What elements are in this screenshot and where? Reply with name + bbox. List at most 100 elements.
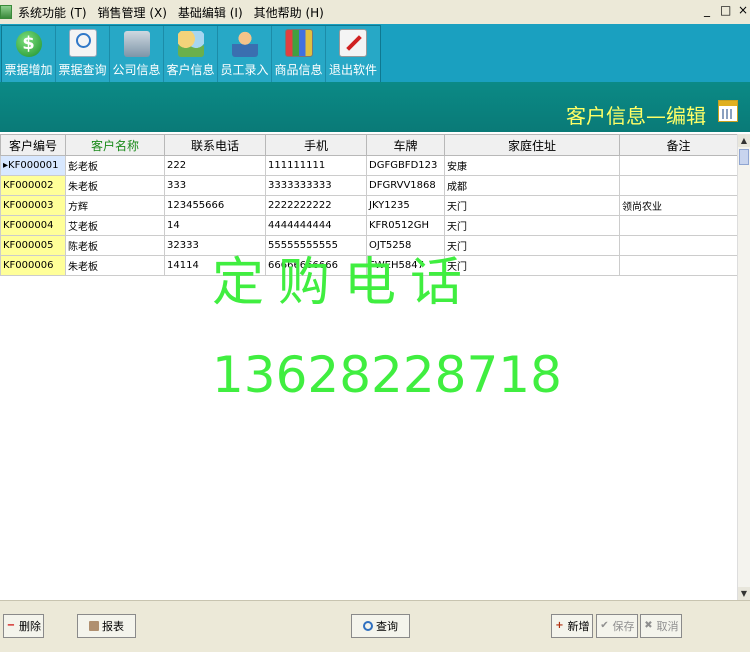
cell-name[interactable]: 方辉 [65, 195, 165, 216]
cell-name[interactable]: 朱老板 [65, 175, 165, 196]
add-label: 新增 [567, 620, 590, 633]
close-button[interactable]: × [738, 4, 748, 16]
col-header-remark[interactable]: 备注 [619, 134, 737, 156]
col-header-name[interactable]: 客户名称 [65, 134, 165, 156]
cancel-button[interactable]: ✖ 取消 [640, 614, 682, 638]
cell-code[interactable]: KF000006 [0, 255, 66, 276]
report-button[interactable]: 报表 [77, 614, 136, 638]
table-row[interactable]: KF000004 艾老板 14 4444444444 KFR0512GH 天门 [0, 215, 737, 236]
cell-remark[interactable] [619, 155, 737, 176]
table-row[interactable]: KF000003 方辉 123455666 2222222222 JKY1235… [0, 195, 737, 216]
calendar-icon [718, 100, 738, 122]
col-header-plate[interactable]: 车牌 [366, 134, 445, 156]
cell-code[interactable]: ▸KF000001 [0, 155, 66, 176]
company-info-button[interactable]: 公司信息 [110, 26, 164, 82]
query-bill-button[interactable]: 票据查询 [56, 26, 110, 82]
minus-icon: − [6, 620, 16, 631]
search-doc-icon [68, 29, 97, 57]
cell-code[interactable]: KF000004 [0, 215, 66, 236]
exit-icon [339, 29, 367, 57]
cell-remark[interactable] [619, 175, 737, 196]
cancel-label: 取消 [656, 620, 679, 633]
cell-phone[interactable]: 222 [164, 155, 266, 176]
cell-code[interactable]: KF000005 [0, 235, 66, 256]
cell-plate[interactable]: DGFGBFD123 [366, 155, 445, 176]
cell-plate[interactable]: KFR0512GH [366, 215, 445, 236]
form-title: 客户信息—编辑 [566, 104, 706, 128]
query-button[interactable]: 查询 [351, 614, 410, 638]
cell-name[interactable]: 陈老板 [65, 235, 165, 256]
cell-remark[interactable] [619, 235, 737, 256]
cell-address[interactable]: 成都 [444, 175, 620, 196]
col-header-code[interactable]: 客户编号 [0, 134, 66, 156]
col-header-address[interactable]: 家庭住址 [444, 134, 620, 156]
window-controls: _ □ × [702, 4, 748, 16]
add-button[interactable]: + 新增 [551, 614, 593, 638]
company-info-label: 公司信息 [112, 63, 161, 77]
vertical-scrollbar[interactable]: ▲ ▼ [737, 134, 750, 600]
cell-mobile[interactable]: 4444444444 [265, 215, 367, 236]
cell-name[interactable]: 彭老板 [65, 155, 165, 176]
exit-label: 退出软件 [328, 63, 377, 77]
menu-basic-edit[interactable]: 基础编辑 (I) [174, 4, 250, 21]
cell-address[interactable]: 天门 [444, 195, 620, 216]
cell-plate[interactable]: DFGRVV1868 [366, 175, 445, 196]
scroll-thumb[interactable] [739, 149, 749, 165]
report-label: 报表 [102, 620, 124, 633]
cell-mobile[interactable]: 3333333333 [265, 175, 367, 196]
col-header-phone[interactable]: 联系电话 [164, 134, 266, 156]
table-row[interactable]: ▸KF000001 彭老板 222 111111111 DGFGBFD123 安… [0, 155, 737, 176]
money-icon: $ [15, 31, 42, 57]
customers-icon [177, 31, 204, 57]
cell-name[interactable]: 朱老板 [65, 255, 165, 276]
query-label: 查询 [376, 620, 398, 633]
delete-button[interactable]: − 删除 [3, 614, 44, 638]
exit-button[interactable]: 退出软件 [326, 26, 380, 82]
add-bill-button[interactable]: $ 票据增加 [2, 26, 56, 82]
scroll-up-icon[interactable]: ▲ [738, 134, 750, 147]
menu-sales[interactable]: 销售管理 (X) [94, 4, 174, 21]
cell-address[interactable]: 天门 [444, 215, 620, 236]
table-header-row: 客户编号 客户名称 联系电话 手机 车牌 家庭住址 备注 [0, 134, 737, 156]
printer-icon [89, 621, 99, 631]
table-row[interactable]: KF000002 朱老板 333 3333333333 DFGRVV1868 成… [0, 175, 737, 196]
menu-help[interactable]: 其他帮助 (H) [250, 4, 331, 21]
cell-mobile[interactable]: 2222222222 [265, 195, 367, 216]
cell-address[interactable]: 安康 [444, 155, 620, 176]
delete-label: 删除 [19, 620, 41, 633]
goods-info-label: 商品信息 [274, 63, 323, 77]
company-icon [123, 31, 150, 57]
cell-code[interactable]: KF000003 [0, 195, 66, 216]
cell-remark[interactable] [619, 215, 737, 236]
menu-bar: 系统功能 (T) 销售管理 (X) 基础编辑 (I) 其他帮助 (H) _ □ … [0, 0, 750, 25]
goods-icon [284, 29, 313, 57]
watermark-title: 定购电话 [212, 253, 477, 313]
staff-icon [231, 31, 258, 57]
cell-phone[interactable]: 14 [164, 215, 266, 236]
cell-remark[interactable]: 领尚农业 [619, 195, 737, 216]
cell-phone[interactable]: 123455666 [164, 195, 266, 216]
staff-entry-label: 员工录入 [220, 63, 269, 77]
watermark-phone: 13628228718 [212, 346, 562, 404]
cell-code-text: KF000001 [8, 160, 59, 171]
save-label: 保存 [612, 620, 635, 633]
menu-system[interactable]: 系统功能 (T) [14, 4, 94, 21]
toolbar: $ 票据增加 票据查询 公司信息 客户信息 员工录入 商品信息 退出软件 [1, 25, 381, 83]
add-bill-label: 票据增加 [4, 63, 53, 77]
cell-plate[interactable]: JKY1235 [366, 195, 445, 216]
app-icon [0, 5, 12, 19]
check-icon: ✔ [600, 620, 609, 631]
goods-info-button[interactable]: 商品信息 [272, 26, 326, 82]
minimize-button[interactable]: _ [702, 4, 712, 16]
cell-code[interactable]: KF000002 [0, 175, 66, 196]
scroll-down-icon[interactable]: ▼ [738, 587, 750, 600]
save-button[interactable]: ✔ 保存 [596, 614, 638, 638]
cell-name[interactable]: 艾老板 [65, 215, 165, 236]
customer-info-button[interactable]: 客户信息 [164, 26, 218, 82]
cell-remark[interactable] [619, 255, 737, 276]
col-header-mobile[interactable]: 手机 [265, 134, 367, 156]
restore-button[interactable]: □ [720, 4, 731, 16]
cell-mobile[interactable]: 111111111 [265, 155, 367, 176]
staff-entry-button[interactable]: 员工录入 [218, 26, 272, 82]
cell-phone[interactable]: 333 [164, 175, 266, 196]
